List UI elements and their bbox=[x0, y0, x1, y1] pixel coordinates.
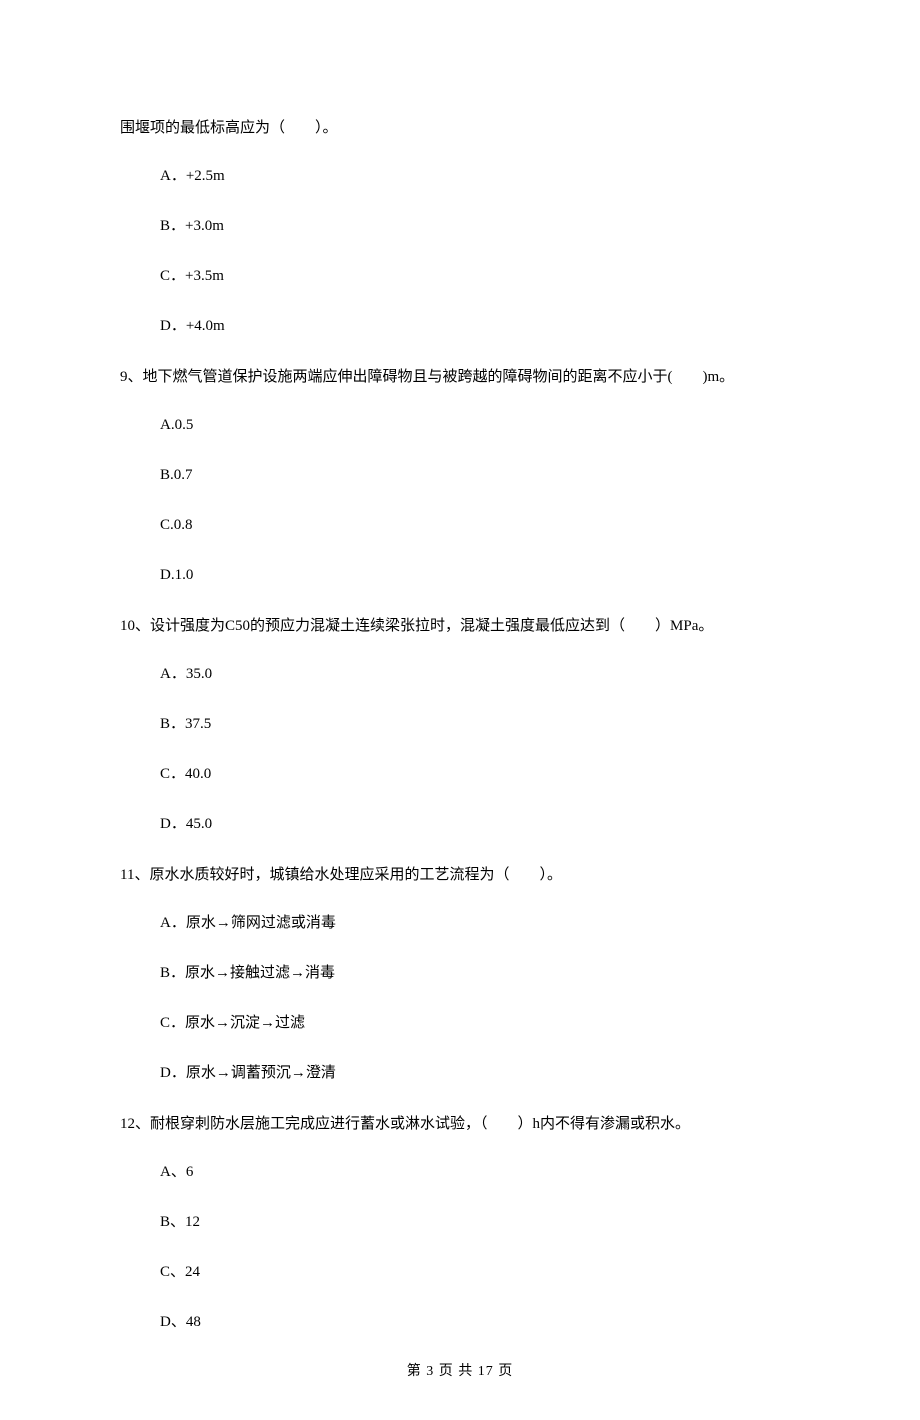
option-c: C．40.0 bbox=[160, 762, 800, 786]
option-c: C.0.8 bbox=[160, 513, 800, 537]
option-d: D．原水→调蓄预沉→澄清 bbox=[160, 1061, 800, 1085]
option-a: A．+2.5m bbox=[160, 164, 800, 188]
option-b: B、12 bbox=[160, 1210, 800, 1234]
question-12: 12、耐根穿刺防水层施工完成应进行蓄水或淋水试验，（ ）h内不得有渗漏或积水。 bbox=[120, 1111, 800, 1138]
option-a: A、6 bbox=[160, 1160, 800, 1184]
option-a: A．原水→筛网过滤或消毒 bbox=[160, 911, 800, 935]
option-b: B．+3.0m bbox=[160, 214, 800, 238]
option-b: B．37.5 bbox=[160, 712, 800, 736]
page-footer: 第 3 页 共 17 页 bbox=[120, 1360, 800, 1380]
question-10-options: A．35.0 B．37.5 C．40.0 D．45.0 bbox=[120, 662, 800, 836]
option-b: B．原水→接触过滤→消毒 bbox=[160, 961, 800, 985]
option-d: D．45.0 bbox=[160, 812, 800, 836]
question-12-options: A、6 B、12 C、24 D、48 bbox=[120, 1160, 800, 1334]
question-9-options: A.0.5 B.0.7 C.0.8 D.1.0 bbox=[120, 413, 800, 587]
option-c: C．+3.5m bbox=[160, 264, 800, 288]
option-a: A．35.0 bbox=[160, 662, 800, 686]
question-11: 11、原水水质较好时，城镇给水处理应采用的工艺流程为（ ）。 bbox=[120, 862, 800, 889]
option-c: C、24 bbox=[160, 1260, 800, 1284]
option-d: D.1.0 bbox=[160, 563, 800, 587]
question-10: 10、设计强度为C50的预应力混凝土连续梁张拉时，混凝土强度最低应达到（ ）MP… bbox=[120, 613, 800, 640]
question-8-continuation: 围堰项的最低标高应为（ ）。 bbox=[120, 115, 800, 142]
question-8-options: A．+2.5m B．+3.0m C．+3.5m D．+4.0m bbox=[120, 164, 800, 338]
option-c: C．原水→沉淀→过滤 bbox=[160, 1011, 800, 1035]
question-11-options: A．原水→筛网过滤或消毒 B．原水→接触过滤→消毒 C．原水→沉淀→过滤 D．原… bbox=[120, 911, 800, 1085]
exam-page: 围堰项的最低标高应为（ ）。 A．+2.5m B．+3.0m C．+3.5m D… bbox=[0, 0, 920, 1420]
option-d: D．+4.0m bbox=[160, 314, 800, 338]
option-a: A.0.5 bbox=[160, 413, 800, 437]
option-b: B.0.7 bbox=[160, 463, 800, 487]
question-9: 9、地下燃气管道保护设施两端应伸出障碍物且与被跨越的障碍物间的距离不应小于( )… bbox=[120, 364, 800, 391]
option-d: D、48 bbox=[160, 1310, 800, 1334]
